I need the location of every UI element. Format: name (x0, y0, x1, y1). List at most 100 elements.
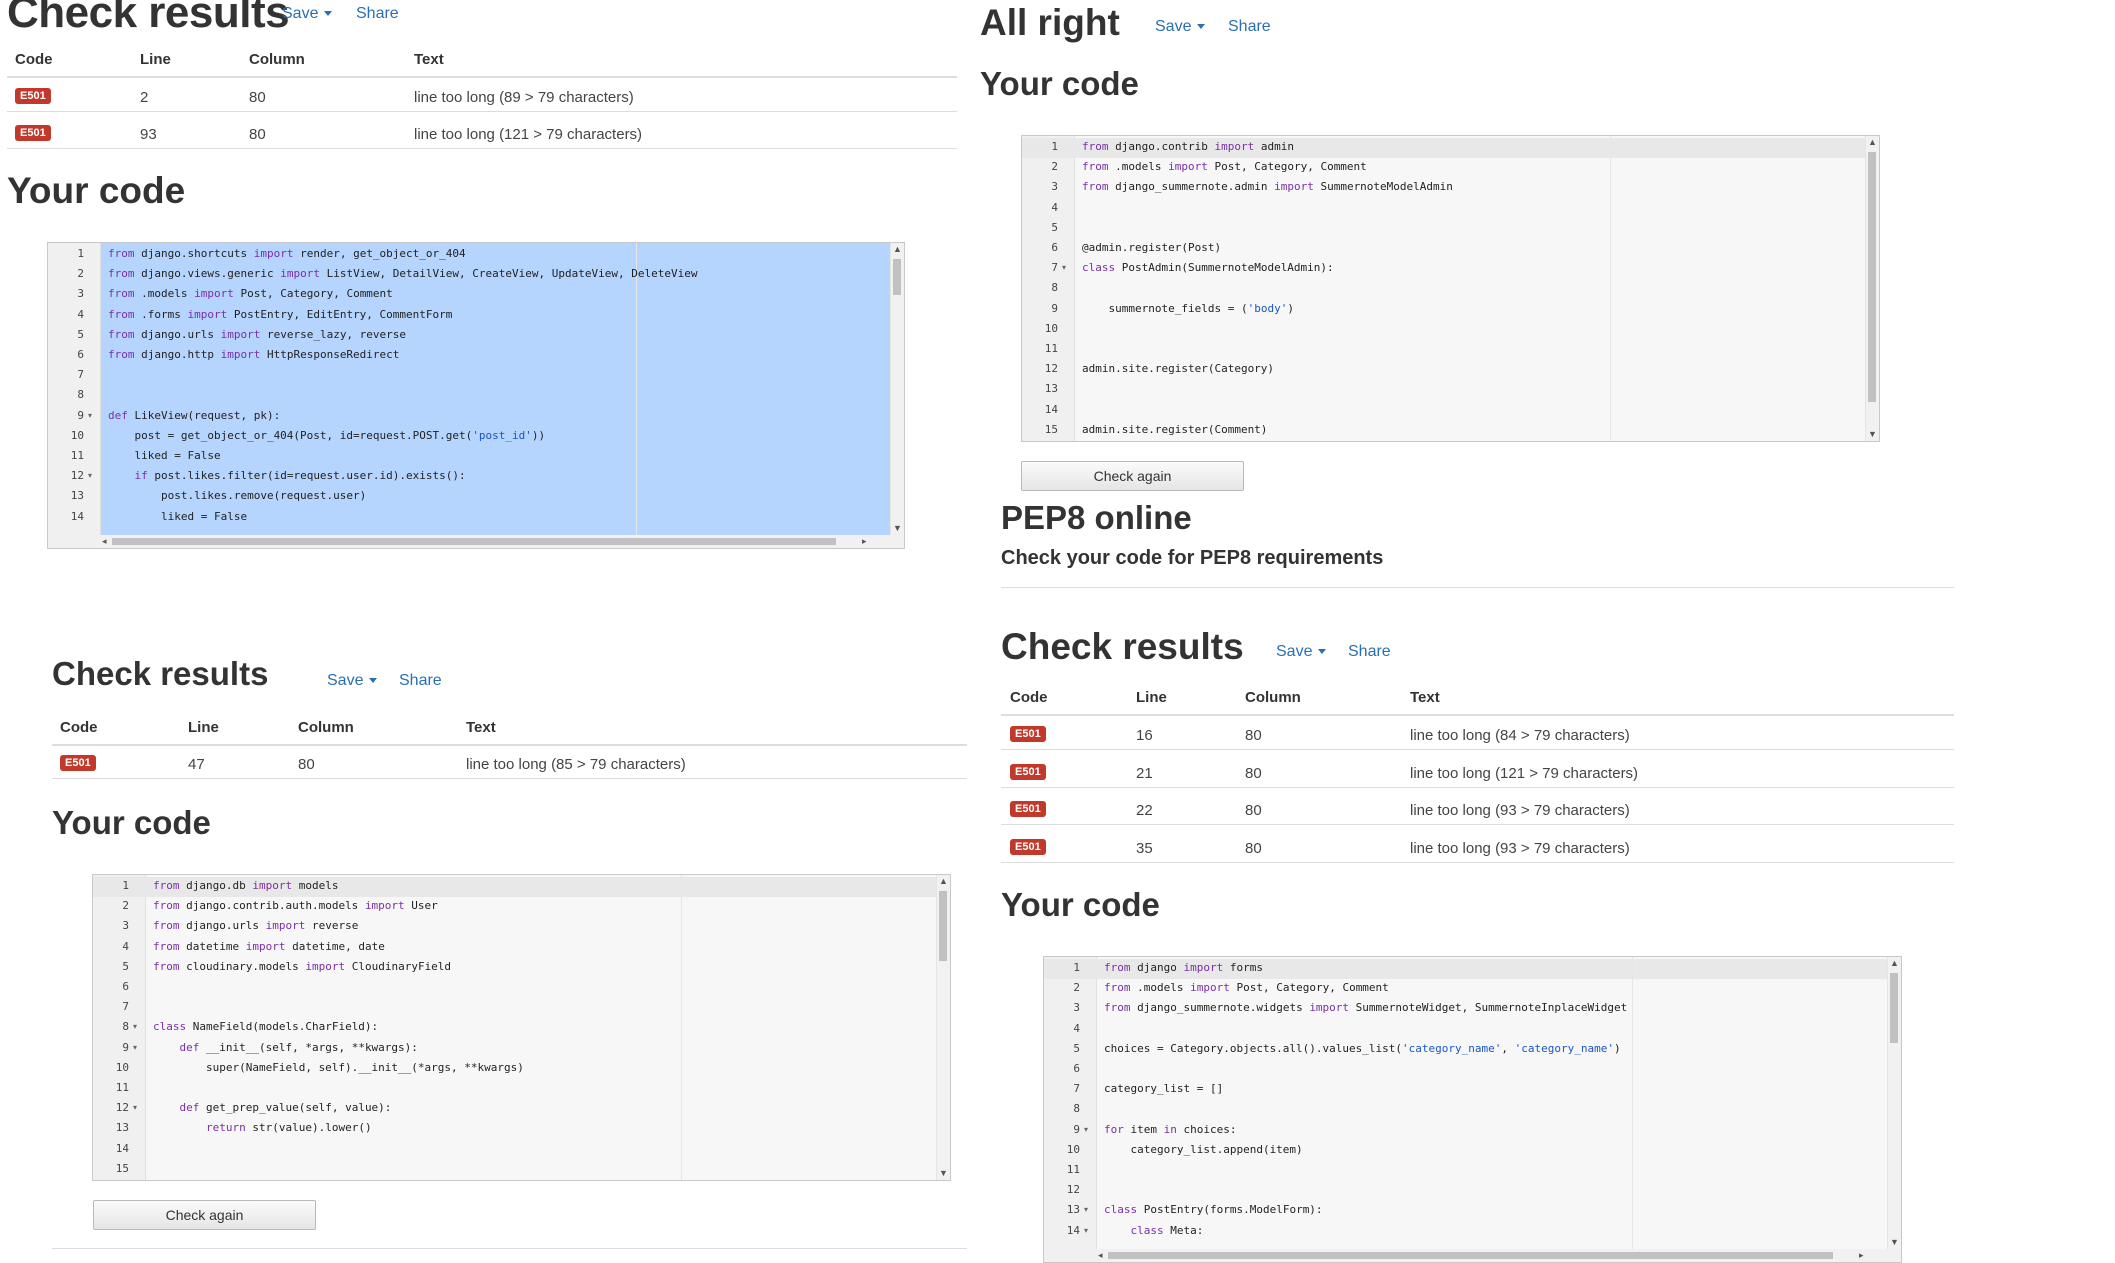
row-divider (1001, 786, 1954, 788)
save-dropdown[interactable]: Save (1276, 643, 1327, 661)
code-line[interactable]: from .models import Post, Category, Comm… (1104, 981, 1389, 994)
line-number: 9 (77, 408, 84, 422)
code-line[interactable]: @admin.register(Post) (1082, 241, 1221, 254)
line-cell: 21 (1136, 764, 1153, 782)
fold-arrow-icon[interactable]: ▾ (1084, 1125, 1088, 1134)
fold-arrow-icon[interactable]: ▾ (88, 411, 92, 420)
code-line[interactable]: from django.shortcuts import render, get… (108, 247, 466, 260)
code-line[interactable]: from .models import Post, Category, Comm… (1082, 160, 1367, 173)
scrollbar-thumb[interactable] (939, 891, 947, 961)
code-line[interactable]: def LikeView(request, pk): (108, 409, 280, 422)
scrollbar-thumb[interactable] (1890, 973, 1898, 1043)
code-editor[interactable]: 1 from django.contrib import admin 2 from .… (1021, 135, 1880, 442)
save-dropdown[interactable]: Save (282, 5, 333, 23)
code-line[interactable]: from django import forms (1104, 961, 1263, 974)
line-number: 13 (70, 489, 84, 503)
code-line[interactable]: choices = Category.objects.all().values_… (1104, 1042, 1621, 1055)
share-link[interactable]: Share (1228, 18, 1271, 36)
scroll-down-arrow-icon[interactable]: ▼ (893, 523, 902, 533)
code-line[interactable]: class Meta: (1104, 1224, 1204, 1237)
code-line[interactable]: from django.contrib.auth.models import U… (153, 899, 438, 912)
code-line[interactable]: admin.site.register(Comment) (1082, 423, 1267, 436)
line-number: 10 (1066, 1142, 1080, 1156)
scroll-up-arrow-icon[interactable]: ▲ (893, 244, 902, 254)
share-link[interactable]: Share (399, 672, 442, 690)
scroll-up-arrow-icon[interactable]: ▲ (1890, 958, 1899, 968)
line-number: 5 (77, 327, 84, 341)
code-line[interactable]: from datetime import datetime, date (153, 940, 385, 953)
scrollbar-thumb[interactable] (893, 259, 901, 295)
save-dropdown[interactable]: Save (1155, 18, 1206, 36)
code-line[interactable]: from django.urls import reverse (153, 919, 358, 932)
scroll-up-arrow-icon[interactable]: ▲ (939, 876, 948, 886)
code-line[interactable]: from django_summernote.widgets import Su… (1104, 1001, 1627, 1014)
code-line[interactable]: from django.urls import reverse_lazy, re… (108, 328, 406, 341)
save-dropdown[interactable]: Save (327, 672, 378, 690)
fold-arrow-icon[interactable]: ▾ (133, 1043, 137, 1052)
code-line[interactable]: class PostEntry(forms.ModelForm): (1104, 1203, 1323, 1216)
code-line[interactable]: def get_prep_value(self, value): (153, 1101, 392, 1114)
code-line[interactable]: class NameField(models.CharField): (153, 1020, 378, 1033)
caret-down-icon (1318, 649, 1327, 655)
scroll-down-arrow-icon[interactable]: ▼ (939, 1168, 948, 1178)
code-line[interactable]: if post.likes.filter(id=request.user.id)… (108, 469, 466, 482)
line-number: 10 (1044, 321, 1058, 335)
code-line[interactable]: from cloudinary.models import Cloudinary… (153, 960, 451, 973)
code-line[interactable]: from django.contrib import admin (1082, 140, 1294, 153)
code-line[interactable]: from .forms import PostEntry, EditEntry,… (108, 308, 452, 321)
code-line[interactable]: post = get_object_or_404(Post, id=reques… (108, 429, 545, 442)
fold-arrow-icon[interactable]: ▾ (1084, 1226, 1088, 1235)
line-number: 7 (1073, 1082, 1080, 1096)
check-again-button[interactable]: Check again (1021, 461, 1244, 491)
code-line[interactable]: liked = False (108, 449, 220, 462)
fold-arrow-icon[interactable]: ▾ (1062, 263, 1066, 272)
code-line[interactable]: category_list = [] (1104, 1082, 1223, 1095)
code-line[interactable]: from .models import Post, Category, Comm… (108, 287, 393, 300)
scrollbar-thumb[interactable] (1108, 1252, 1833, 1259)
error-code-badge: E501 (15, 88, 51, 104)
fold-arrow-icon[interactable]: ▾ (133, 1103, 137, 1112)
caret-down-icon (1197, 24, 1206, 30)
scroll-left-arrow-icon[interactable]: ◂ (102, 536, 107, 547)
line-number: 14 (115, 1141, 129, 1155)
code-editor[interactable]: 1 from django import forms 2 from .models i… (1043, 956, 1902, 1263)
code-line[interactable]: category_list.append(item) (1104, 1143, 1302, 1156)
code-line[interactable]: liked = False (108, 510, 247, 523)
line-number: 9 (1051, 301, 1058, 315)
code-line[interactable]: for item in choices: (1104, 1123, 1236, 1136)
line-number: 15 (1044, 422, 1058, 436)
scroll-right-arrow-icon[interactable]: ▸ (862, 536, 867, 547)
code-line[interactable]: summernote_fields = ('body') (1082, 302, 1293, 315)
fold-arrow-icon[interactable]: ▾ (88, 471, 92, 480)
row-divider (7, 148, 957, 149)
text-cell: line too long (85 > 79 characters) (466, 756, 686, 773)
check-again-button[interactable]: Check again (93, 1200, 316, 1230)
line-number: 3 (122, 919, 129, 933)
code-editor[interactable]: 1 from django.shortcuts import render, ge… (47, 242, 905, 549)
column-cell: 80 (1245, 727, 1262, 744)
code-line[interactable]: from django.db import models (153, 879, 338, 892)
fold-arrow-icon[interactable]: ▾ (1084, 1205, 1088, 1214)
scroll-down-arrow-icon[interactable]: ▼ (1868, 429, 1877, 439)
fold-arrow-icon[interactable]: ▾ (133, 1022, 137, 1031)
th-text: Text (414, 51, 444, 68)
error-code-badge: E501 (60, 755, 96, 771)
code-line[interactable]: def __init__(self, *args, **kwargs): (153, 1041, 418, 1054)
code-line[interactable]: post.likes.remove(request.user) (108, 489, 366, 502)
code-line[interactable]: class PostAdmin(SummernoteModelAdmin): (1082, 261, 1334, 274)
code-editor[interactable]: 1 from django.db import models 2 from djang… (92, 874, 951, 1181)
scroll-down-arrow-icon[interactable]: ▼ (1890, 1237, 1899, 1247)
scrollbar-thumb[interactable] (1868, 152, 1876, 402)
scrollbar-thumb[interactable] (112, 538, 836, 545)
line-number: 13 (1066, 1203, 1080, 1217)
code-line[interactable]: from django.http import HttpResponseRedi… (108, 348, 399, 361)
share-link[interactable]: Share (356, 5, 399, 23)
code-line[interactable]: super(NameField, self).__init__(*args, *… (153, 1061, 524, 1074)
code-line[interactable]: admin.site.register(Category) (1082, 362, 1274, 375)
code-line[interactable]: from django_summernote.admin import Summ… (1082, 180, 1453, 193)
scroll-up-arrow-icon[interactable]: ▲ (1868, 137, 1877, 147)
share-link[interactable]: Share (1348, 643, 1391, 661)
line-number: 9 (122, 1040, 129, 1054)
code-line[interactable]: from django.views.generic import ListVie… (108, 267, 697, 280)
code-line[interactable]: return str(value).lower() (153, 1121, 372, 1134)
